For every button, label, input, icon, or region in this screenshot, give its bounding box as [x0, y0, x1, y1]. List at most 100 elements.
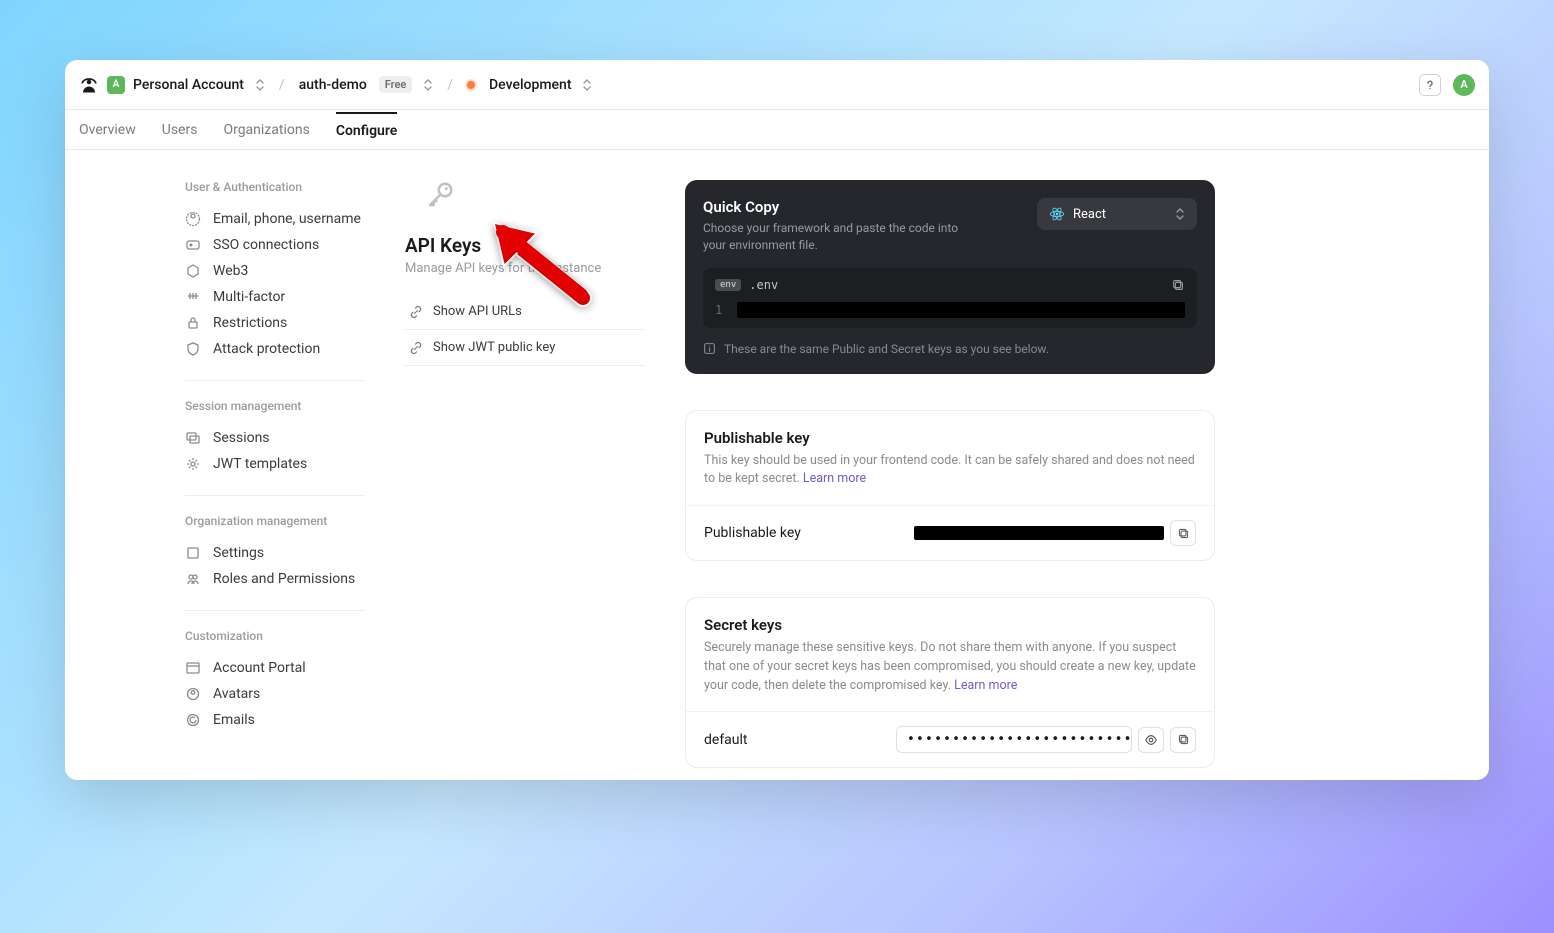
sidebar-item-label: JWT templates: [213, 456, 307, 472]
reveal-button[interactable]: [1138, 727, 1164, 753]
topbar-right: A: [1419, 74, 1475, 96]
sidebar-item-label: Avatars: [213, 686, 260, 702]
sidebar-item-label: Roles and Permissions: [213, 571, 355, 587]
code-box: env .env 1: [703, 268, 1197, 328]
sidebar-item-label: Multi-factor: [213, 289, 285, 305]
breadcrumb: A Personal Account / auth-demo Free / De…: [79, 75, 592, 95]
sidebar-item-label: Restrictions: [213, 315, 287, 331]
sidebar-item-label: Sessions: [213, 430, 270, 446]
account-badge-icon: A: [107, 76, 125, 94]
avatar[interactable]: A: [1453, 74, 1475, 96]
main-content: API Keys Manage API keys for this instan…: [365, 150, 1489, 780]
sidebar-item-sessions[interactable]: Sessions: [185, 425, 365, 451]
card-title: Secret keys: [704, 616, 1196, 634]
sidebar-heading: Organization management: [185, 514, 365, 528]
link-icon: [409, 305, 423, 319]
copy-button[interactable]: [1170, 520, 1196, 546]
sidebar-item-attack-protection[interactable]: Attack protection: [185, 336, 365, 362]
environment-dot-icon: [467, 81, 475, 89]
card-title: Publishable key: [704, 429, 1196, 447]
framework-label: React: [1073, 207, 1106, 222]
env-file-icon: env: [715, 279, 741, 291]
sidebar-heading: Session management: [185, 399, 365, 413]
sidebar-item-label: Web3: [213, 263, 248, 279]
card-description: Securely manage these sensitive keys. Do…: [704, 639, 1196, 695]
quick-copy-subtitle: Choose your framework and paste the code…: [703, 220, 963, 254]
sidebar-item-avatars[interactable]: Avatars: [185, 681, 365, 707]
publishable-key-row: Publishable key: [686, 505, 1214, 560]
chevron-updown-icon[interactable]: [255, 78, 265, 92]
chevron-updown-icon: [1175, 207, 1185, 221]
secret-key-row: default ••••••••••••••••••••••••••••••••…: [686, 711, 1214, 767]
publishable-key-card: Publishable key This key should be used …: [685, 410, 1215, 562]
breadcrumb-project[interactable]: auth-demo: [299, 77, 367, 93]
sidebar-item-restrictions[interactable]: Restrictions: [185, 310, 365, 336]
secret-keys-card: Secret keys Securely manage these sensit…: [685, 597, 1215, 768]
sidebar-item-label: Attack protection: [213, 341, 320, 357]
chevron-updown-icon[interactable]: [582, 78, 592, 92]
sidebar-item-multi-factor[interactable]: Multi-factor: [185, 284, 365, 310]
sidebar-item-account-portal[interactable]: Account Portal: [185, 655, 365, 681]
sidebar-item-sso[interactable]: SSO connections: [185, 232, 365, 258]
redacted-key-value: [914, 526, 1164, 540]
copy-icon[interactable]: [1171, 278, 1185, 292]
key-label: Publishable key: [704, 525, 801, 541]
tab-users[interactable]: Users: [162, 110, 198, 149]
redacted-code: [737, 302, 1185, 318]
tabbar: Overview Users Organizations Configure: [65, 110, 1489, 150]
copy-button[interactable]: [1170, 727, 1196, 753]
sidebar-item-label: Settings: [213, 545, 264, 561]
card-description: This key should be used in your frontend…: [704, 452, 1196, 490]
web3-icon: [185, 263, 201, 279]
tab-configure[interactable]: Configure: [336, 110, 397, 149]
divider: [185, 495, 365, 496]
sidebar-item-label: SSO connections: [213, 237, 319, 253]
help-button[interactable]: [1419, 74, 1441, 96]
sidebar-item-roles[interactable]: Roles and Permissions: [185, 566, 365, 592]
masked-secret-key: •••••••••••••••••••••••••••••••••••_: [896, 726, 1132, 753]
breadcrumb-environment[interactable]: Development: [489, 77, 571, 93]
chevron-updown-icon[interactable]: [423, 78, 433, 92]
sidebar-heading: User & Authentication: [185, 180, 365, 194]
tab-overview[interactable]: Overview: [79, 110, 136, 149]
breadcrumb-account[interactable]: Personal Account: [133, 77, 244, 93]
sidebar-item-label: Account Portal: [213, 660, 306, 676]
tab-organizations[interactable]: Organizations: [223, 110, 309, 149]
learn-more-link[interactable]: Learn more: [803, 471, 866, 486]
line-number: 1: [715, 303, 725, 317]
sso-icon: [185, 237, 201, 253]
key-icon: [425, 180, 455, 210]
content-column: Quick Copy Choose your framework and pas…: [685, 180, 1215, 780]
roles-icon: [185, 571, 201, 587]
show-jwt-public-key-link[interactable]: Show JWT public key: [405, 330, 645, 366]
quick-copy-title: Quick Copy: [703, 198, 963, 216]
react-icon: [1049, 206, 1065, 222]
framework-select[interactable]: React: [1037, 198, 1197, 230]
app-window: A Personal Account / auth-demo Free / De…: [65, 60, 1489, 780]
topbar: A Personal Account / auth-demo Free / De…: [65, 60, 1489, 110]
sessions-icon: [185, 430, 201, 446]
sidebar-item-emails[interactable]: Emails: [185, 707, 365, 733]
page-header: API Keys Manage API keys for this instan…: [405, 180, 645, 780]
app-logo-icon: [79, 75, 99, 95]
sidebar-item-email-phone-username[interactable]: Email, phone, username: [185, 206, 365, 232]
shield-icon: [185, 341, 201, 357]
code-filename: env .env: [715, 278, 778, 292]
breadcrumb-sep: /: [273, 77, 291, 93]
sidebar: User & Authentication Email, phone, user…: [65, 150, 365, 780]
sidebar-heading: Customization: [185, 629, 365, 643]
body: User & Authentication Email, phone, user…: [65, 150, 1489, 780]
sidebar-item-jwt-templates[interactable]: JWT templates: [185, 451, 365, 477]
sidebar-item-settings[interactable]: Settings: [185, 540, 365, 566]
avatars-icon: [185, 686, 201, 702]
emails-icon: [185, 712, 201, 728]
action-label: Show JWT public key: [433, 340, 555, 355]
gear-icon: [185, 456, 201, 472]
sidebar-item-label: Emails: [213, 712, 255, 728]
quick-copy-panel: Quick Copy Choose your framework and pas…: [685, 180, 1215, 374]
annotation-arrow-icon: [491, 220, 601, 330]
identity-icon: [185, 211, 201, 227]
learn-more-link[interactable]: Learn more: [954, 678, 1017, 693]
link-icon: [409, 341, 423, 355]
sidebar-item-web3[interactable]: Web3: [185, 258, 365, 284]
